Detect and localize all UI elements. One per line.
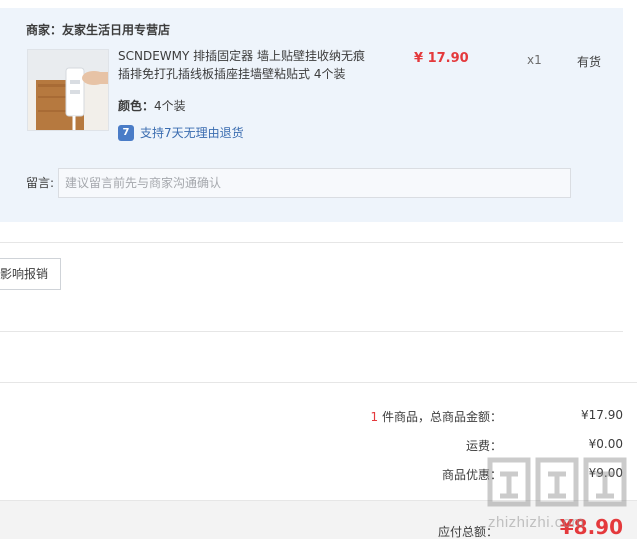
payable-value: ¥8.90: [559, 515, 623, 539]
product-quantity: x1: [527, 53, 542, 67]
shipping-value: ¥0.00: [588, 437, 623, 451]
checkout-page: 商家：友家生活日用专营店 SCNDEWMY 排插固定器 墙上贴壁挂收纳无痕插排免…: [0, 0, 637, 539]
divider: [0, 331, 623, 332]
seller-name: 商家：友家生活日用专营店: [26, 23, 171, 37]
message-label: 留言:: [26, 176, 55, 190]
payable-bar: 应付总额： ¥8.90: [0, 500, 637, 539]
discount-value: ¥9.00: [588, 466, 623, 480]
shipping-label: 运费：: [465, 439, 502, 453]
items-total-value: ¥17.90: [581, 408, 623, 422]
attribute-label: 颜色：: [118, 99, 155, 113]
divider: [0, 242, 623, 243]
product-title[interactable]: SCNDEWMY 排插固定器 墙上贴壁挂收纳无痕插排免打孔插线板插座挂墙壁粘贴式…: [118, 47, 368, 83]
return-policy-text: 支持7天无理由退货: [140, 126, 244, 140]
seven-day-return-icon: 7: [118, 124, 134, 141]
return-policy[interactable]: 7 支持7天无理由退货: [118, 124, 244, 141]
item-count-label: 件商品，总商品金额：: [381, 410, 502, 424]
message-input[interactable]: [58, 168, 571, 198]
item-count: 1: [370, 410, 379, 424]
product-attribute: 颜色：4个装: [118, 97, 186, 114]
discount-label: 商品优惠：: [441, 468, 502, 482]
order-panel: 商家：友家生活日用专营店 SCNDEWMY 排插固定器 墙上贴壁挂收纳无痕插排免…: [0, 8, 623, 222]
product-thumbnail[interactable]: [27, 49, 109, 131]
payable-label: 应付总额：: [437, 525, 498, 539]
items-total-label: 1 件商品，总商品金额：: [371, 408, 502, 425]
stock-status: 有货: [577, 55, 602, 69]
product-price: ¥ 17.90: [414, 51, 469, 66]
attribute-value: 4个装: [154, 99, 186, 113]
product-image: [28, 50, 108, 130]
invoice-impact-button[interactable]: 影响报销: [0, 258, 61, 290]
divider: [0, 382, 637, 383]
